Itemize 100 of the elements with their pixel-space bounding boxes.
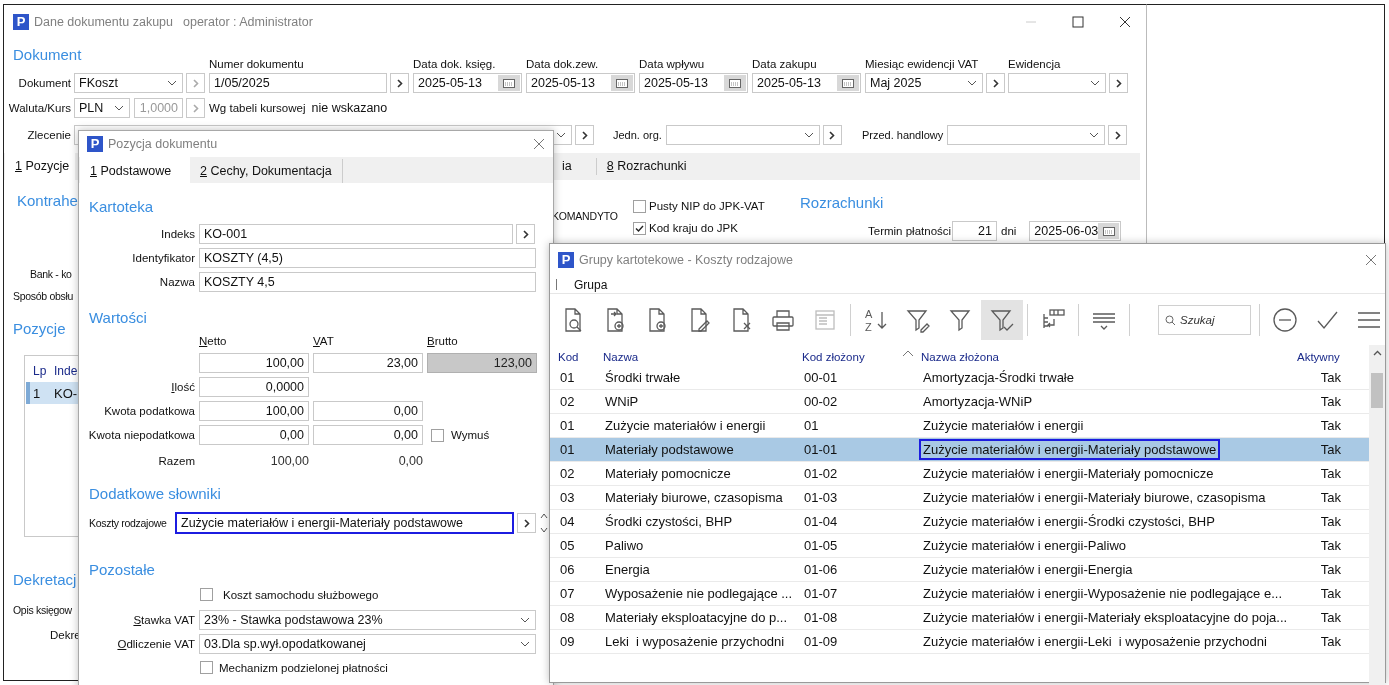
table-cell-text: Środki czystości, BHP [604,513,734,531]
table-cell-text: 00-01 [803,369,839,387]
search-field[interactable]: Szukaj [1158,305,1251,335]
table-row[interactable]: 02 Materiały pomocnicze 01-02 Zużycie materiałów i energii-Materiały pomocnicze Tak [550,462,1369,486]
date-field[interactable]: 2025-05-13 [413,73,522,93]
text-field[interactable]: KOSZTY 4,5 [199,272,536,292]
field-label: Razem [158,455,195,467]
vat-combo[interactable]: 23% - Stawka podstawowa 23% [199,610,536,630]
date-field[interactable]: 2025-05-13 [526,73,635,93]
checkbox[interactable] [633,199,646,213]
next-button[interactable] [390,73,409,93]
document-number-field[interactable]: 1/05/2025 [209,73,387,93]
table-row[interactable]: 07 Wyposażenie nie podlegające ... 01-07 Zużycie materiałów i energii-Wyposażenie nie podlegające e... Tak [550,582,1369,606]
unit-label: dni [1001,225,1017,237]
table-cell-text: 01-01 [803,441,839,459]
field-label: Bank - ko [30,267,72,282]
next-button[interactable] [575,125,594,145]
spinner-icon[interactable] [540,512,548,534]
table-cell-text: 01-03 [803,489,839,507]
table-row[interactable]: 03 Materiały biurowe, czasopisma 01-03 Zużycie materiałów i energii-Materiały biurowe, czasopisma Tak [550,486,1369,510]
vat-combo[interactable]: 03.Dla sp.wył.opodatkowanej [199,634,536,654]
column-header[interactable]: Aktywny [1297,351,1340,363]
cost-type-field[interactable]: Zużycie materiałów i energii-Materiały podstawowe [175,512,514,534]
calendar-button[interactable] [837,75,859,91]
next-button[interactable] [1108,125,1128,145]
table-cell-text: Zużycie materiałów i energii-Środki czystości, BHP [922,513,1216,531]
table-cell-text: Tak [1319,369,1342,387]
calendar-icon [1102,226,1115,236]
table-cell-text: Materiały eksploatacyjne do p... [604,609,789,627]
column-header[interactable]: Nazwa [603,351,639,363]
table-cell-text: 01-04 [803,513,839,531]
amount-field[interactable]: 0,00 [199,425,309,445]
table-row[interactable]: 08 Materiały eksploatacyjne do p... 01-08 Zużycie materiałów i energii-Materiały eksploatacyjne do poja... Tak [550,606,1369,630]
column-header[interactable]: Nazwa złożona [902,351,999,363]
calendar-button[interactable] [1098,223,1120,239]
next-button[interactable] [517,513,536,533]
chevron-icon [803,132,814,138]
next-button[interactable] [986,73,1005,93]
amount-field[interactable]: 100,00 [199,401,309,421]
checkbox[interactable] [633,221,646,235]
calendar-button[interactable] [724,75,746,91]
table-row[interactable]: 02 WNiP 00-02 Amortyzacja-WNiP Tak [550,390,1369,414]
vat-month-combo[interactable]: Maj 2025 [865,73,983,93]
tab[interactable]: 8 Rozrachunki [596,153,697,180]
table-row[interactable]: 09 Leki i wyposażenie przychodni 01-09 Zużycie materiałów i energii-Leki i wyposażenie przychodni Tak [550,630,1369,654]
amount-field[interactable]: 100,00 [199,353,309,373]
amount-field[interactable]: 0,00 [313,401,423,421]
document-type-combo[interactable]: FKoszt [74,73,183,93]
text-field[interactable]: KO-001 [199,224,513,244]
sort-button[interactable]: A Z [855,300,897,340]
checkbox[interactable] [200,661,213,674]
calendar-button[interactable] [498,75,520,91]
next-button[interactable] [822,125,842,145]
scroll-thumb[interactable] [1371,373,1383,408]
chevron-right-icon [192,78,199,88]
table-row[interactable]: 01 Środki trwałe 00-01 Amortyzacja-Środki trwałe Tak [550,366,1369,390]
table-cell-text: 01 [803,417,820,435]
tab[interactable]: 1 Pozycje [5,153,75,180]
table-row[interactable]: 06 Energia 01-06 Zużycie materiałów i energii-Energia Tak [550,558,1369,582]
next-button[interactable] [516,224,535,244]
table-cell-text: Tak [1319,465,1342,483]
filter-check-button[interactable] [981,300,1023,340]
scrollbar[interactable] [1369,345,1385,685]
maximize-button[interactable] [1072,15,1084,28]
table-row[interactable]: 04 Środki czystości, BHP 01-04 Zużycie materiałów i energii-Środki czystości, BHP Tak [550,510,1369,534]
amount-field[interactable]: 23,00 [313,353,423,373]
tab[interactable]: 1 Podstawowe [80,157,190,183]
calendar-button[interactable] [611,75,633,91]
checkbox[interactable] [200,588,213,601]
close-button[interactable] [1119,15,1131,28]
chevron-right-icon [523,518,530,528]
date-field[interactable]: 2025-05-13 [752,73,861,93]
column-header[interactable]: Lp [25,364,54,378]
payment-days-field[interactable]: 21 [952,221,997,241]
column-header[interactable]: Kod [558,351,579,363]
chevron-icon [167,80,177,86]
field-label: Nazwa [158,276,196,288]
next-button[interactable] [1109,73,1128,93]
column-header[interactable]: Inde [54,364,78,378]
menu-item[interactable]: Grupa [574,277,608,292]
table-cell-text: 01 [559,441,576,459]
amount-field[interactable]: 0,00 [313,425,423,445]
currency-combo[interactable]: PLN [74,98,130,118]
column-label: VAT [313,335,335,348]
table-row[interactable]: 05 Paliwo 01-05 Zużycie materiałów i energii-Paliwo Tak [550,534,1369,558]
column-header[interactable]: Kod złożony [802,351,865,363]
calendar-icon [842,78,854,88]
tab[interactable]: 2 Cechy, Dokumentacja [190,159,343,183]
table-cell-text: Zużycie materiałów i energii-Materiały pomocnicze [922,465,1215,483]
table-row[interactable]: 01 Materiały podstawowe 01-01 Zużycie materiałów i energii-Materiały podstawowe Tak [550,438,1369,462]
text-field[interactable]: KOSZTY (4,5) [199,248,536,268]
table-cell-text: Leki i wyposażenie przychodni [604,633,786,651]
checkbox[interactable] [431,428,444,442]
section-heading: Dekretacj [13,571,77,589]
field-label: Miesiąc ewidencji VAT [865,57,980,71]
chevron-right-icon [829,130,836,140]
scroll-up-icon[interactable] [1373,350,1382,356]
date-field[interactable]: 2025-06-03 [1029,221,1122,241]
date-field[interactable]: 2025-05-13 [639,73,748,93]
amount-field[interactable]: 0,0000 [199,377,309,397]
